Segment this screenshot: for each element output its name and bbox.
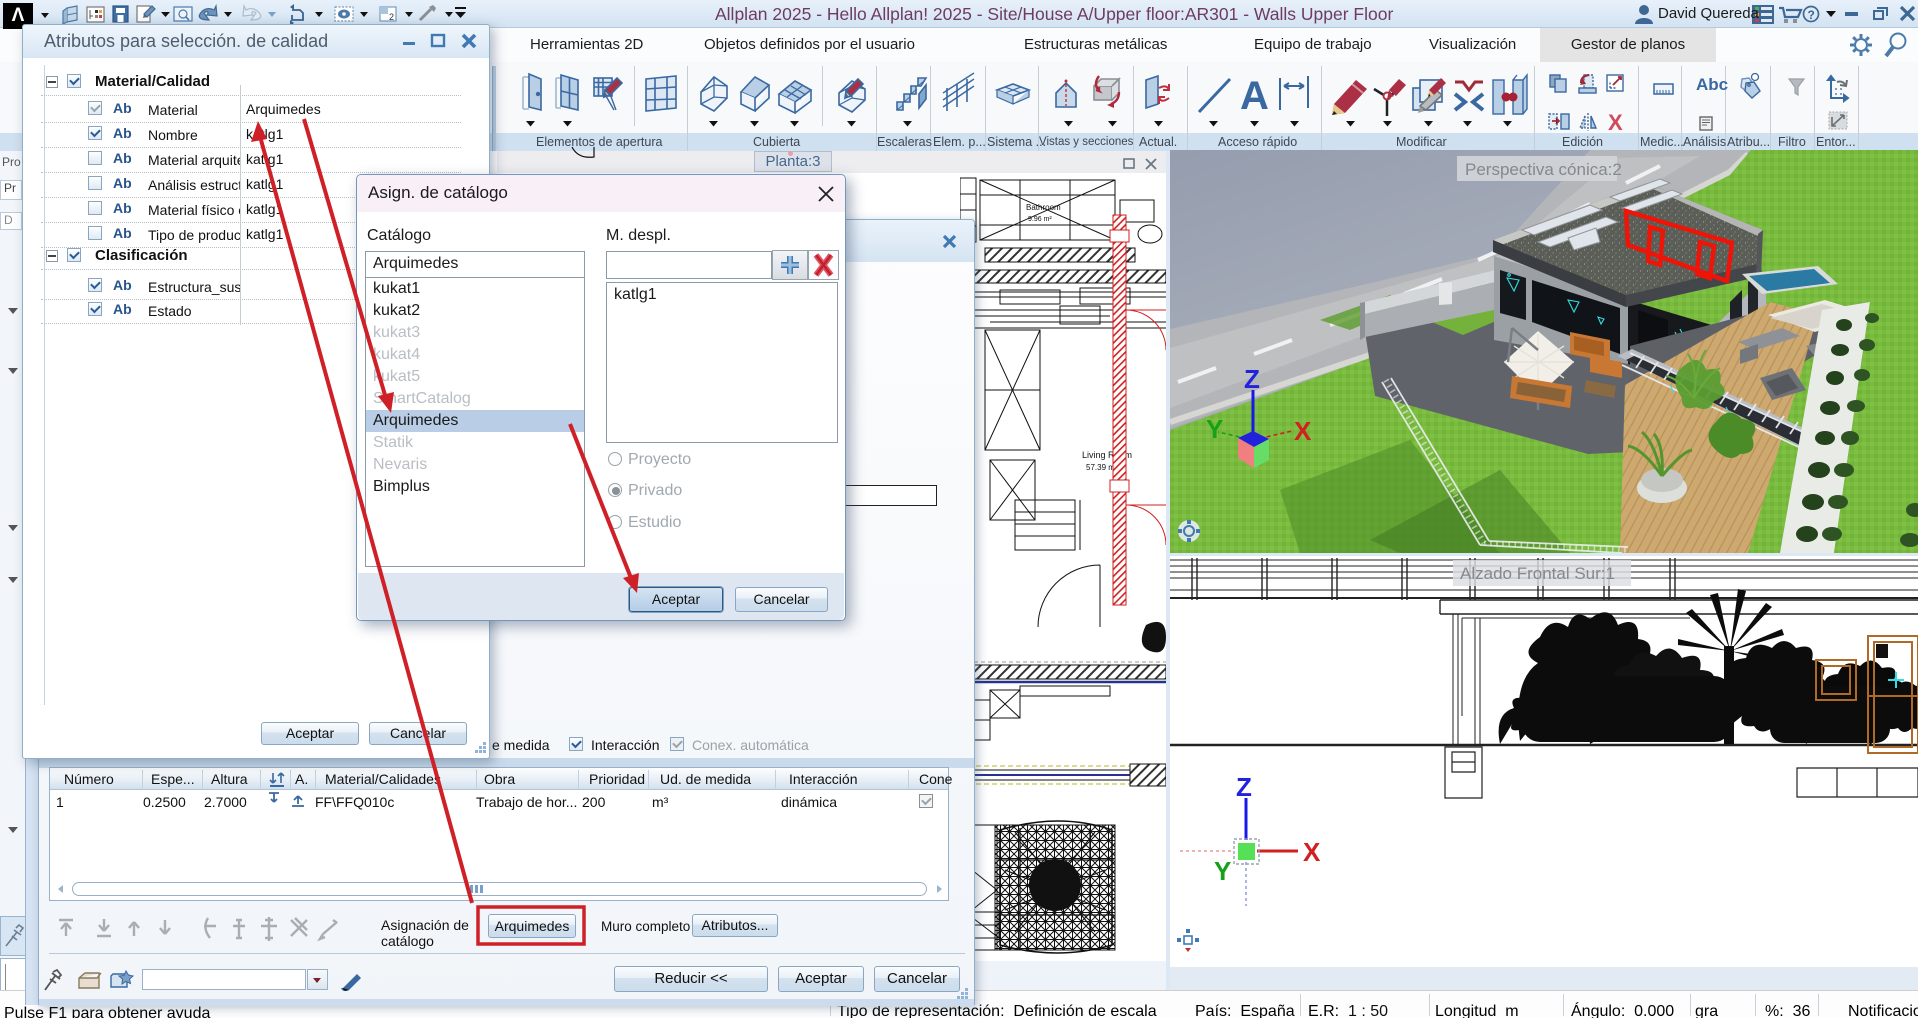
svg-text:Alzado Frontal Sur:1: Alzado Frontal Sur:1 — [1460, 564, 1615, 583]
svg-text:Abc: Abc — [1696, 75, 1728, 94]
svg-text:X: X — [1303, 837, 1321, 867]
svg-text:Y: Y — [1214, 856, 1231, 886]
svg-text:Y: Y — [1206, 414, 1223, 444]
svg-text:Z: Z — [1244, 364, 1260, 394]
svg-text:Perspectiva cónica:2: Perspectiva cónica:2 — [1465, 160, 1622, 179]
svg-text:A: A — [1240, 74, 1269, 118]
svg-text:X: X — [1294, 416, 1312, 446]
svg-text:Z: Z — [1236, 772, 1252, 802]
svg-text:?: ? — [1808, 8, 1815, 22]
svg-text:2: 2 — [389, 12, 394, 22]
svg-text:9.96 m²: 9.96 m² — [1028, 216, 1052, 223]
svg-text:Bathroom: Bathroom — [1026, 203, 1061, 212]
svg-text:X: X — [1608, 110, 1623, 133]
